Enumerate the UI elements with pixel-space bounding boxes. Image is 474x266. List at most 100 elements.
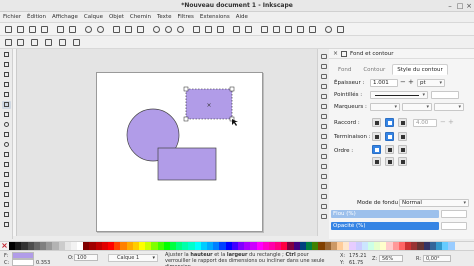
snap-bbox-midpoint-icon[interactable] [320,93,328,100]
order-markers-fill-stroke-icon[interactable] [372,157,381,166]
layer-select[interactable]: Calque 1 ▾ [108,254,158,262]
3d-box-tool-icon[interactable] [2,111,11,119]
snap-centers-icon[interactable] [320,163,328,170]
stroke-width-decrement[interactable]: − [400,79,406,86]
tab-stroke-style[interactable]: Style du contour [392,64,448,75]
cap-square-icon[interactable] [398,132,407,141]
stroke-width-increment[interactable]: + [408,79,414,86]
document-properties-icon[interactable] [336,25,345,34]
rect-ry-field-icon[interactable] [58,38,67,47]
calligraphy-tool-icon[interactable] [2,171,11,179]
zoom-drawing-icon[interactable] [164,25,173,34]
text-tool-icon[interactable] [2,181,11,189]
blend-mode-select[interactable]: Normal ▾ [399,199,469,207]
menu-extensions[interactable]: Extensions [200,14,230,20]
text-font-icon[interactable] [272,25,281,34]
menu-edit[interactable]: Édition [27,14,46,20]
zoom-page-icon[interactable] [176,25,185,34]
selector-tool-icon[interactable] [2,51,11,59]
join-bevel-icon[interactable] [372,118,381,127]
rect-width-field-icon[interactable] [16,38,25,47]
snap-bbox-corner-icon[interactable] [320,83,328,90]
cut-icon[interactable] [124,25,133,34]
spiral-tool-icon[interactable] [2,141,11,149]
order-markers-stroke-fill-icon[interactable] [398,157,407,166]
duplicate-icon[interactable] [192,25,201,34]
snap-smooth-icon[interactable] [320,143,328,150]
copy-icon[interactable] [112,25,121,34]
miter-decrement[interactable]: − [440,119,446,126]
blur-input[interactable] [441,210,467,218]
snap-intersections-icon[interactable] [320,123,328,130]
import-icon[interactable] [56,25,65,34]
rectangle-tool-icon[interactable] [2,101,11,109]
align-distribute-icon[interactable] [308,25,317,34]
spray-tool-icon[interactable] [2,191,11,199]
opacity-slider[interactable]: Opacité (%) [331,222,439,230]
order-fill-markers-stroke-icon[interactable] [398,145,407,154]
minimize-icon[interactable]: – [446,2,454,10]
clone-icon[interactable] [204,25,213,34]
end-marker-select[interactable]: ▾ [434,103,464,111]
snap-paths-icon[interactable] [320,113,328,120]
opacity-input[interactable] [441,222,467,230]
snap-toggle-icon[interactable] [320,53,328,60]
mid-marker-select[interactable]: ▾ [402,103,432,111]
measure-tool-icon[interactable] [2,91,11,99]
eraser-tool-icon[interactable] [2,201,11,209]
open-file-icon[interactable] [16,25,25,34]
zoom-tool-icon[interactable] [2,81,11,89]
dash-pattern-select[interactable]: ▾ [370,91,428,99]
order-fill-stroke-markers-icon[interactable] [372,145,381,154]
miter-increment[interactable]: + [448,119,454,126]
paste-icon[interactable] [136,25,145,34]
xml-editor-icon[interactable] [296,25,305,34]
gradient-tool-icon[interactable] [2,221,11,229]
order-stroke-fill-markers-icon[interactable] [385,145,394,154]
tweak-tool-icon[interactable] [2,71,11,79]
join-round-icon[interactable] [385,118,394,127]
stroke-width-unit-select[interactable]: pt ▾ [417,79,445,87]
stroke-indicator-swatch[interactable] [12,259,34,266]
redo-icon[interactable] [96,25,105,34]
ungroup-icon[interactable] [244,25,253,34]
menu-file[interactable]: Fichier [3,14,21,20]
snap-page-border-icon[interactable] [320,193,328,200]
star-tool-icon[interactable] [2,131,11,139]
group-icon[interactable] [232,25,241,34]
paint-bucket-tool-icon[interactable] [2,211,11,219]
menu-path[interactable]: Chemin [130,14,151,20]
preferences-icon[interactable] [324,25,333,34]
cap-butt-icon[interactable] [372,132,381,141]
no-paint-swatch[interactable]: × [0,242,9,250]
cap-round-icon[interactable] [385,132,394,141]
blur-slider[interactable]: Flou (%) [331,210,439,218]
snap-rotation-center-icon[interactable] [320,173,328,180]
rect-tool-new-icon[interactable] [4,38,13,47]
miter-limit-input[interactable]: 4.00 [413,119,437,127]
zoom-input[interactable]: 56% [379,255,403,262]
menu-layer[interactable]: Calque [84,14,103,20]
unlink-clone-icon[interactable] [216,25,225,34]
join-miter-icon[interactable] [398,118,407,127]
opacity-indicator-input[interactable]: 100 [74,254,98,261]
pencil-tool-icon[interactable] [2,151,11,159]
pen-tool-icon[interactable] [2,161,11,169]
canvas[interactable]: × [13,49,317,236]
menu-help[interactable]: Aide [236,14,248,20]
snap-midpoints-icon[interactable] [320,153,328,160]
new-document-icon[interactable] [4,25,13,34]
rect-height-field-icon[interactable] [30,38,39,47]
fill-indicator-swatch[interactable] [12,252,34,259]
tab-stroke-paint[interactable]: Contour [358,64,390,75]
rotation-input[interactable]: 0,00° [423,255,451,262]
menu-text[interactable]: Texte [157,14,172,20]
remove-rounded-corners-icon[interactable] [72,38,81,47]
menu-object[interactable]: Objet [109,14,124,20]
menu-filters[interactable]: Filtres [177,14,193,20]
snap-bbox-icon[interactable] [320,63,328,70]
stroke-width-input[interactable]: 1.001 [370,79,398,87]
menu-view[interactable]: Affichage [52,14,78,20]
fill-stroke-icon[interactable] [260,25,269,34]
snap-grid-icon[interactable] [320,203,328,210]
